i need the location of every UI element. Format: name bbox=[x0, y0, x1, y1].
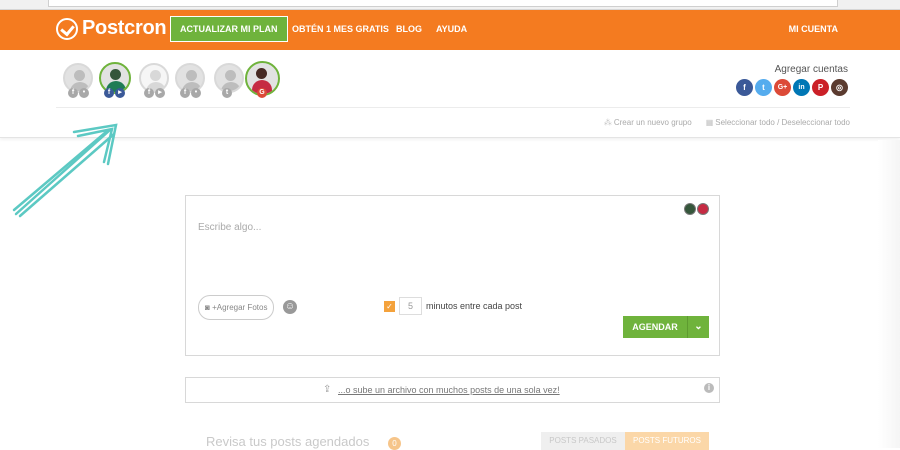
nav-free-month[interactable]: OBTÉN 1 MES GRATIS bbox=[292, 24, 389, 34]
schedule-button[interactable]: AGENDAR ⌄ bbox=[623, 316, 709, 338]
address-bar[interactable] bbox=[48, 0, 838, 7]
nav-help[interactable]: AYUDA bbox=[436, 24, 467, 34]
tab-future-posts[interactable]: POSTS FUTUROS bbox=[625, 432, 709, 450]
account-5-badges: t bbox=[222, 88, 232, 98]
create-group-link[interactable]: ⁂ Crear un nuevo grupo bbox=[604, 118, 692, 127]
group-icon: • bbox=[191, 88, 201, 98]
review-posts-title: Revisa tus posts agendados bbox=[206, 434, 370, 449]
post-composer: Escribe algo... ◙ +Agregar Fotos ☺ ✓ 5 m… bbox=[185, 195, 720, 356]
camera-icon: ◙ bbox=[205, 303, 210, 312]
minutes-label: minutos entre cada post bbox=[426, 301, 523, 311]
bulk-upload-link[interactable]: ...o sube un archivo con muchos posts de… bbox=[338, 385, 560, 395]
group-actions: ⁂ Crear un nuevo grupo ▦ Seleccionar todo … bbox=[604, 118, 850, 127]
nav-blog[interactable]: BLOG bbox=[396, 24, 422, 34]
logo-check-icon bbox=[56, 17, 78, 40]
page-scroll-shade bbox=[878, 140, 900, 448]
account-4-badges: f • bbox=[180, 88, 201, 98]
emoji-icon[interactable]: ☺ bbox=[283, 300, 297, 314]
post-text-input[interactable]: Escribe algo... bbox=[198, 222, 261, 233]
group-icon: ⁂ bbox=[603, 118, 612, 127]
page-flag-icon: ▸ bbox=[115, 88, 125, 98]
account-6-badges: G bbox=[257, 88, 267, 98]
facebook-icon: f bbox=[104, 88, 114, 98]
add-photos-label: +Agregar Fotos bbox=[212, 303, 268, 312]
grid-icon: ▦ bbox=[705, 118, 714, 127]
page-flag-icon: ▸ bbox=[155, 88, 165, 98]
selected-account-avatar[interactable] bbox=[684, 203, 696, 215]
facebook-icon: f bbox=[180, 88, 190, 98]
info-icon[interactable]: i bbox=[704, 383, 714, 393]
bulk-upload-bar: ⇪ ...o sube un archivo con muchos posts … bbox=[185, 377, 720, 403]
twitter-icon[interactable]: t bbox=[755, 79, 772, 96]
account-2-badges: f ▸ bbox=[104, 88, 125, 98]
select-all-link[interactable]: ▦ Seleccionar todo / Deseleccionar todo bbox=[706, 118, 850, 127]
profile-icon: • bbox=[79, 88, 89, 98]
minutes-input[interactable]: 5 bbox=[399, 297, 422, 315]
schedule-label: AGENDAR bbox=[632, 322, 678, 332]
hand-drawn-arrow-icon bbox=[12, 123, 118, 218]
add-account-icons: f t G+ in P ◎ bbox=[736, 79, 848, 96]
postcron-logo[interactable]: Postcron bbox=[56, 17, 167, 40]
chevron-down-icon[interactable]: ⌄ bbox=[687, 316, 709, 338]
upgrade-plan-button[interactable]: ACTUALIZAR MI PLAN bbox=[170, 16, 288, 42]
pinterest-icon[interactable]: P bbox=[812, 79, 829, 96]
top-navigation-bar: Postcron ACTUALIZAR MI PLAN OBTÉN 1 MES … bbox=[0, 10, 900, 50]
instagram-icon[interactable]: ◎ bbox=[831, 79, 848, 96]
minutes-checkbox[interactable]: ✓ bbox=[384, 301, 395, 312]
linkedin-icon[interactable]: in bbox=[793, 79, 810, 96]
tab-past-posts[interactable]: POSTS PASADOS bbox=[541, 432, 625, 450]
browser-address-strip bbox=[0, 0, 900, 10]
account-1-badges: f • bbox=[68, 88, 89, 98]
upload-icon: ⇪ bbox=[323, 384, 332, 395]
logo-text: Postcron bbox=[82, 17, 167, 39]
google-plus-icon[interactable]: G+ bbox=[774, 79, 791, 96]
accounts-bar: f • f ▸ f ▸ f • t G Agregar cuentas f t G+ i… bbox=[0, 50, 900, 138]
selected-account-avatar[interactable] bbox=[697, 203, 709, 215]
add-accounts-label: Agregar cuentas bbox=[774, 64, 848, 75]
twitter-icon: t bbox=[222, 88, 232, 98]
accounts-divider bbox=[56, 107, 850, 108]
google-plus-icon: G bbox=[257, 88, 267, 98]
scheduled-count-badge: 0 bbox=[388, 437, 401, 450]
my-account-link[interactable]: MI CUENTA bbox=[789, 24, 838, 34]
facebook-icon: f bbox=[68, 88, 78, 98]
create-group-label: Crear un nuevo grupo bbox=[613, 118, 692, 127]
facebook-icon: f bbox=[144, 88, 154, 98]
select-all-label: Seleccionar todo / Deseleccionar todo bbox=[715, 118, 850, 127]
account-3-badges: f ▸ bbox=[144, 88, 165, 98]
facebook-icon[interactable]: f bbox=[736, 79, 753, 96]
selected-accounts bbox=[684, 203, 709, 215]
add-photos-button[interactable]: ◙ +Agregar Fotos bbox=[198, 295, 275, 320]
